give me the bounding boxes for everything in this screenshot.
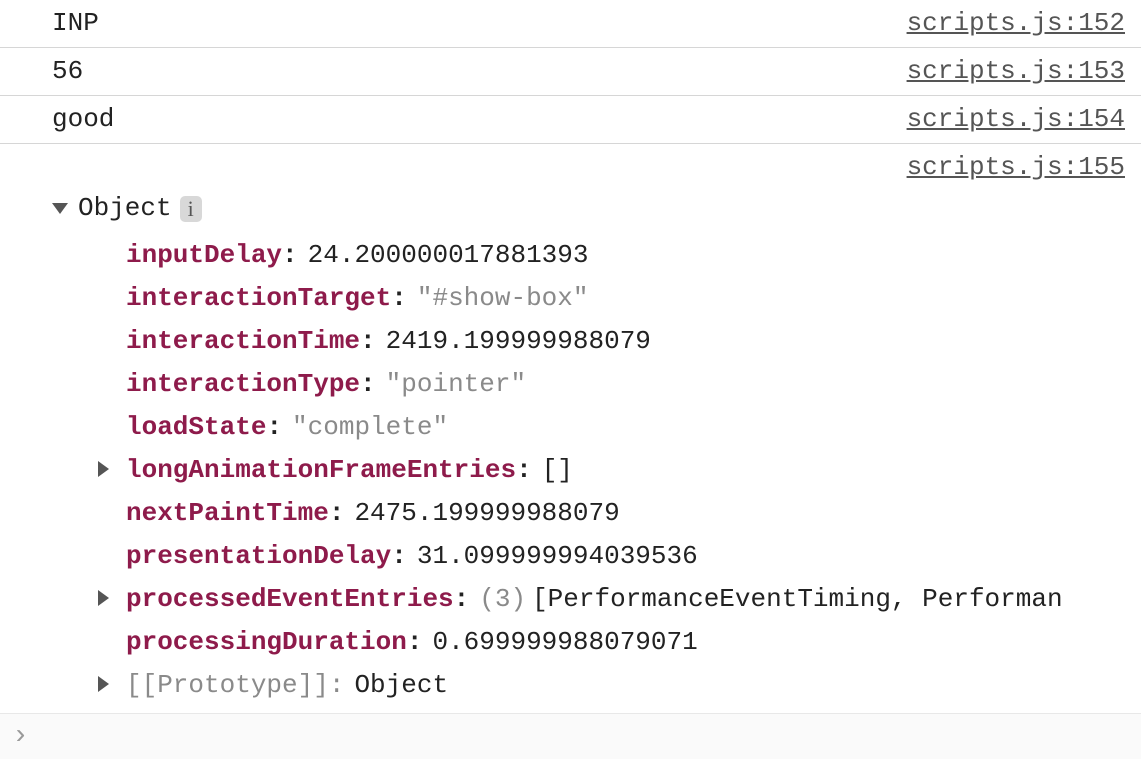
object-label: Object [78, 189, 172, 228]
console-row[interactable]: scripts.js:155 [0, 144, 1141, 187]
disclosure-triangle-down-icon[interactable] [52, 203, 68, 214]
log-message: 56 [52, 52, 83, 91]
object-properties: inputDelay: 24.200000017881393 interacti… [52, 228, 1125, 707]
property-key: [[Prototype]] [126, 666, 329, 705]
property-value: Object [354, 666, 448, 705]
console-row[interactable]: INP scripts.js:152 [0, 0, 1141, 48]
property-key: interactionTime [126, 322, 360, 361]
source-link[interactable]: scripts.js:153 [907, 52, 1125, 91]
property-row[interactable]: interactionTime: 2419.199999988079 [98, 320, 1125, 363]
property-value: 31.099999994039536 [417, 537, 698, 576]
property-value: "#show-box" [417, 279, 589, 318]
property-row[interactable]: inputDelay: 24.200000017881393 [98, 234, 1125, 277]
log-message: INP [52, 4, 99, 43]
property-row[interactable]: loadState: "complete" [98, 406, 1125, 449]
chevron-right-icon: › [12, 716, 29, 758]
property-key: loadState [126, 408, 266, 447]
disclosure-triangle-right-icon[interactable] [98, 590, 109, 606]
property-key: inputDelay [126, 236, 282, 275]
property-value: 24.200000017881393 [308, 236, 589, 275]
log-message: good [52, 100, 114, 139]
property-row[interactable]: interactionType: "pointer" [98, 363, 1125, 406]
disclosure-triangle-right-icon[interactable] [98, 676, 109, 692]
property-row[interactable]: [[Prototype]]: Object [98, 664, 1125, 707]
property-value: 2419.199999988079 [386, 322, 651, 361]
source-link[interactable]: scripts.js:154 [907, 100, 1125, 139]
property-key: processedEventEntries [126, 580, 454, 619]
source-link[interactable]: scripts.js:155 [907, 148, 1125, 187]
property-row[interactable]: nextPaintTime: 2475.199999988079 [98, 492, 1125, 535]
property-value: [] [542, 451, 573, 490]
console-panel: INP scripts.js:152 56 scripts.js:153 goo… [0, 0, 1141, 759]
disclosure-triangle-right-icon[interactable] [98, 461, 109, 477]
console-row[interactable]: good scripts.js:154 [0, 96, 1141, 144]
property-row[interactable]: longAnimationFrameEntries: [] [98, 449, 1125, 492]
array-count: (3) [479, 580, 526, 619]
property-key: nextPaintTime [126, 494, 329, 533]
property-key: interactionType [126, 365, 360, 404]
property-value: [PerformanceEventTiming, Performan [532, 580, 1063, 619]
source-link[interactable]: scripts.js:152 [907, 4, 1125, 43]
property-row[interactable]: processingDuration: 0.699999988079071 [98, 621, 1125, 664]
console-prompt[interactable]: › [0, 713, 1141, 759]
property-key: presentationDelay [126, 537, 391, 576]
info-icon[interactable]: i [180, 196, 202, 222]
property-value: "pointer" [386, 365, 526, 404]
property-value: 0.699999988079071 [432, 623, 697, 662]
property-value: "complete" [292, 408, 448, 447]
property-key: longAnimationFrameEntries [126, 451, 516, 490]
console-row[interactable]: 56 scripts.js:153 [0, 48, 1141, 96]
property-row[interactable]: processedEventEntries: (3) [PerformanceE… [98, 578, 1125, 621]
property-row[interactable]: interactionTarget: "#show-box" [98, 277, 1125, 320]
property-row[interactable]: presentationDelay: 31.099999994039536 [98, 535, 1125, 578]
object-preview: Object i inputDelay: 24.200000017881393 … [0, 187, 1141, 713]
object-header[interactable]: Object i [52, 189, 1125, 228]
property-key: interactionTarget [126, 279, 391, 318]
property-value: 2475.199999988079 [354, 494, 619, 533]
property-key: processingDuration [126, 623, 407, 662]
